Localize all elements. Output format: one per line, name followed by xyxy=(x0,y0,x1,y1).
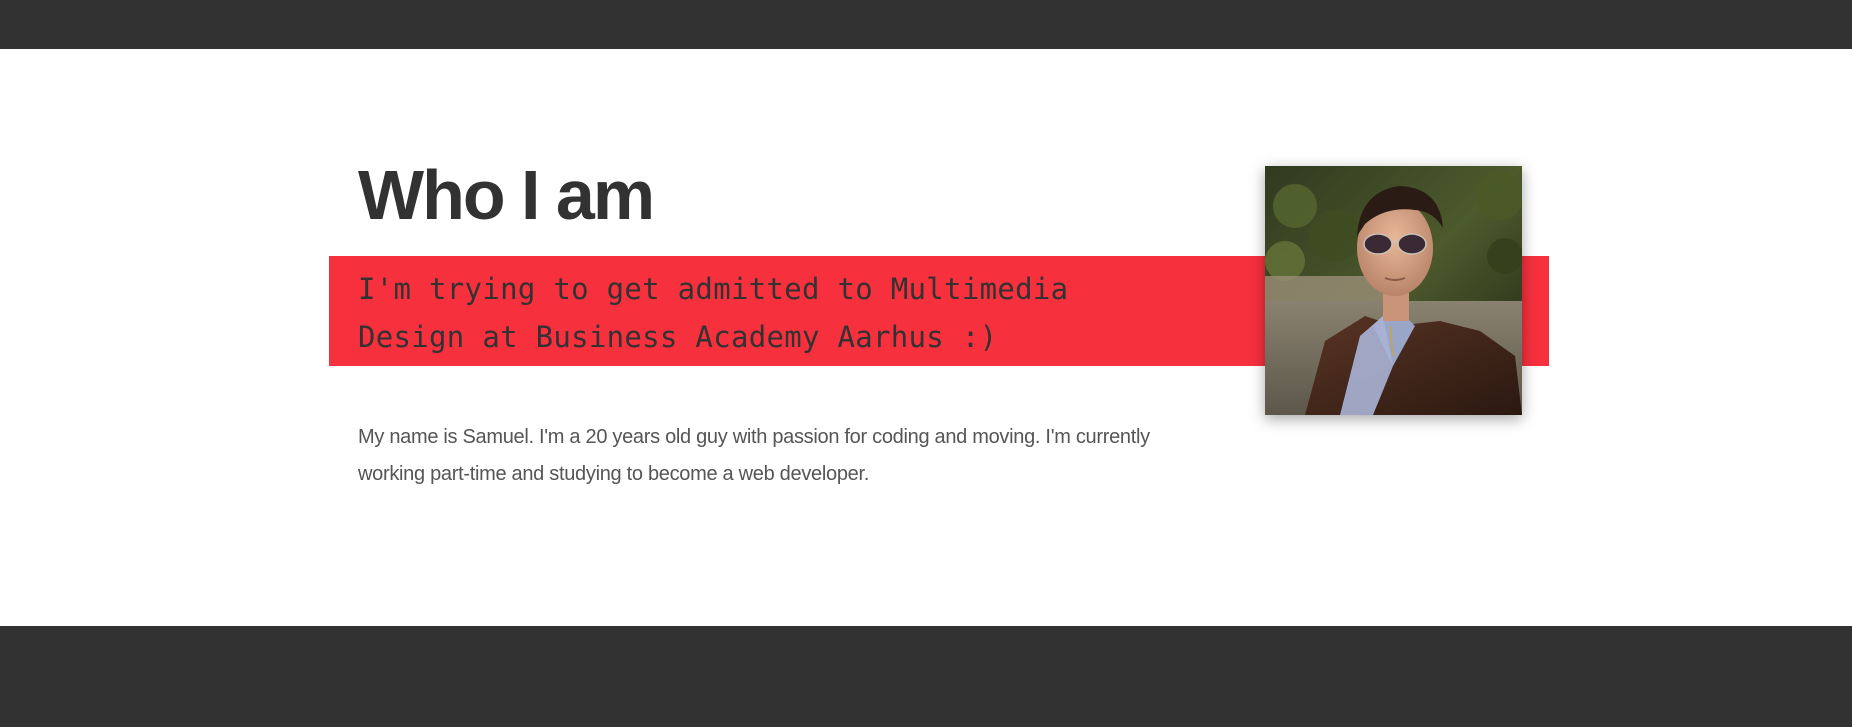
footer-bar xyxy=(0,626,1852,727)
portrait-photo xyxy=(1265,166,1522,415)
top-nav-bar xyxy=(0,0,1852,49)
section-heading: Who I am xyxy=(358,156,655,234)
bio-text: My name is Samuel. I'm a 20 years old gu… xyxy=(358,426,1150,485)
tagline-text: I'm trying to get admitted to Multimedia… xyxy=(358,272,1069,354)
portrait-image xyxy=(1265,166,1522,415)
about-section: Who I am I'm trying to get admitted to M… xyxy=(0,49,1852,626)
